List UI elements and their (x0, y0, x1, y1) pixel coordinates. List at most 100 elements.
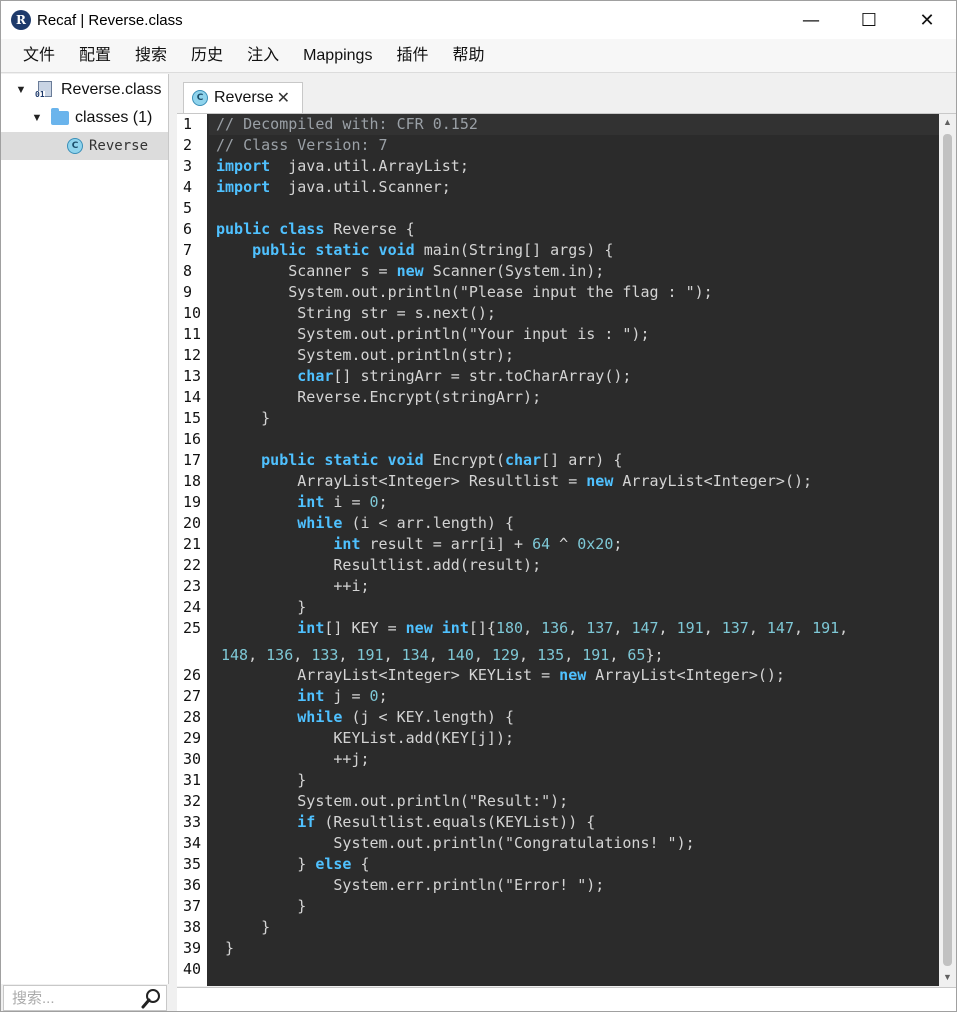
menu-history[interactable]: 历史 (179, 39, 235, 73)
code-line: public static void main(String[] args) { (216, 240, 613, 261)
menu-bar: 文件 配置 搜索 历史 注入 Mappings 插件 帮助 (1, 39, 956, 73)
code-keyword: int (297, 687, 325, 705)
code-number: 191 (356, 646, 384, 664)
code-text: KEYList.add(KEY[j]); (216, 729, 515, 747)
line-number: 35 (183, 855, 202, 873)
line-number: 31 (183, 771, 202, 789)
code-line: Scanner s = new Scanner(System.in); (216, 261, 604, 282)
code-text: java.util.Scanner; (270, 178, 451, 196)
menu-plugins[interactable]: 插件 (384, 39, 440, 73)
code-line: Reverse.Encrypt(stringArr); (216, 387, 541, 408)
tree-item-root[interactable]: ▼ 01 Reverse.class (1, 76, 168, 104)
code-text: , (338, 646, 357, 664)
scroll-down-icon[interactable]: ▼ (939, 969, 956, 986)
editor-tab-strip: C Reverse ✕ (177, 74, 956, 114)
code-line: while (i < arr.length) { (216, 513, 514, 534)
window-controls: — ☐ ✕ (782, 1, 956, 39)
tree-item-reverse[interactable]: C Reverse (1, 132, 168, 160)
code-text: System.out.println("Please input the fla… (216, 283, 713, 301)
line-number: 37 (183, 897, 202, 915)
code-text: , (248, 646, 267, 664)
code-line: } (216, 938, 234, 959)
code-text: , (613, 619, 632, 637)
tab-reverse[interactable]: C Reverse ✕ (183, 82, 303, 113)
maximize-button[interactable]: ☐ (840, 1, 898, 39)
menu-search[interactable]: 搜索 (123, 39, 179, 73)
code-keyword: int (297, 493, 325, 511)
code-keyword: int (441, 619, 469, 637)
workspace-tree: ▼ 01 Reverse.class ▼ classes (1) C Rever… (1, 74, 169, 984)
code-keyword: import (216, 157, 271, 175)
menu-help[interactable]: 帮助 (440, 39, 496, 73)
close-button[interactable]: ✕ (898, 1, 956, 39)
code-text: ; (613, 535, 623, 553)
scrollbar-thumb[interactable] (943, 134, 952, 966)
code-text: }; (645, 646, 664, 664)
folder-icon (51, 108, 69, 125)
scroll-up-icon[interactable]: ▲ (939, 114, 956, 131)
menu-inject[interactable]: 注入 (235, 39, 291, 73)
code-editor[interactable]: 1 // Decompiled with: CFR 0.152 2 // Class … (177, 114, 939, 986)
window-title: Recaf | Reverse.class (37, 11, 183, 29)
code-number: 137 (586, 619, 614, 637)
code-keyword: int (297, 619, 325, 637)
tree-item-classes[interactable]: ▼ classes (1) (1, 104, 168, 132)
line-number: 16 (183, 430, 202, 448)
expand-arrow-icon[interactable]: ▼ (31, 112, 43, 124)
code-text: , (658, 619, 677, 637)
code-text: } (216, 918, 271, 936)
code-text: , (523, 619, 542, 637)
code-text: ArrayList<Integer>(); (586, 666, 785, 684)
code-text: , (383, 646, 402, 664)
code-keyword: int (333, 535, 361, 553)
line-number: 14 (183, 388, 202, 406)
code-number: 191 (812, 619, 840, 637)
code-text: , (293, 646, 312, 664)
code-text: , (609, 646, 628, 664)
code-keyword: new (405, 619, 433, 637)
code-keyword: public static void (252, 241, 415, 259)
search-icon[interactable] (140, 988, 162, 1010)
line-number: 13 (183, 367, 202, 385)
menu-config[interactable]: 配置 (67, 39, 123, 73)
code-keyword: new (586, 472, 614, 490)
close-tab-icon[interactable]: ✕ (277, 88, 290, 108)
code-text: , (794, 619, 813, 637)
code-line: 148, 136, 133, 191, 134, 140, 129, 135, … (221, 645, 664, 666)
code-line: Resultlist.add(result); (216, 555, 541, 576)
code-line: public static void Encrypt(char[] arr) { (216, 450, 622, 471)
line-number: 30 (183, 750, 202, 768)
line-number: 10 (183, 304, 202, 322)
code-keyword: while (297, 708, 343, 726)
search-input[interactable] (12, 989, 142, 1007)
code-line: char[] stringArr = str.toCharArray(); (216, 366, 631, 387)
vertical-scrollbar[interactable]: ▲ ▼ (939, 114, 956, 986)
menu-mappings[interactable]: Mappings (291, 39, 384, 73)
code-number: 0 (369, 687, 379, 705)
class-file-icon: 01 (35, 81, 55, 99)
code-text: Reverse.Encrypt(stringArr); (216, 388, 542, 406)
code-number: 64 (532, 535, 551, 553)
code-line: } (216, 408, 270, 429)
line-number: 32 (183, 792, 202, 810)
line-number: 12 (183, 346, 202, 364)
title-bar: R Recaf | Reverse.class — ☐ ✕ (1, 1, 956, 39)
code-keyword: public class (216, 220, 325, 238)
code-keyword: import (216, 178, 271, 196)
code-text: , (839, 619, 849, 637)
code-number: 0 (369, 493, 379, 511)
code-keyword: if (297, 813, 316, 831)
line-number: 25 (183, 619, 202, 637)
line-number: 33 (183, 813, 202, 831)
line-number: 21 (183, 535, 202, 553)
minimize-button[interactable]: — (782, 1, 840, 39)
code-text: ^ (550, 535, 578, 553)
line-number: 23 (183, 577, 202, 595)
menu-file[interactable]: 文件 (11, 39, 67, 73)
expand-arrow-icon[interactable]: ▼ (15, 84, 27, 96)
line-number: 28 (183, 708, 202, 726)
